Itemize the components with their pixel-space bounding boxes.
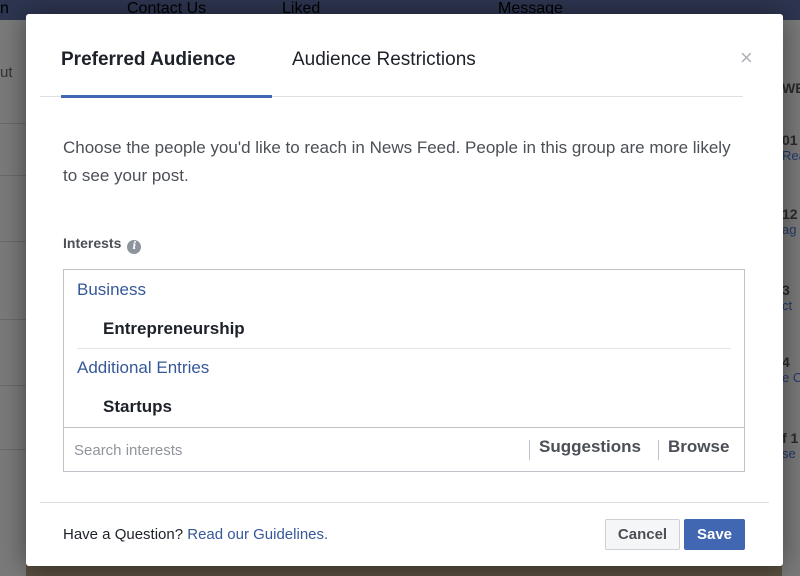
divider — [529, 440, 530, 460]
footer-divider — [40, 502, 769, 503]
interests-heading: Interests i — [63, 235, 142, 254]
background-right-row: 4e C — [782, 354, 800, 386]
interest-search-row: Suggestions Browse — [64, 427, 744, 472]
background-left-row — [0, 320, 26, 386]
background-right-sub: se — [782, 446, 796, 461]
background-left-row — [0, 242, 26, 320]
background-right-sub: e C — [782, 370, 800, 385]
question-text: Have a Question? — [63, 526, 184, 543]
background-image-strip — [26, 565, 782, 576]
background-right-row: 3 ct — [782, 282, 800, 314]
background-right-value: f 1 — [782, 430, 799, 446]
background-left-row — [0, 386, 26, 450]
background-right-row: f 1 se — [782, 430, 800, 462]
background-right-value: 01 — [782, 132, 798, 148]
interest-item-startups[interactable]: Startups — [103, 397, 172, 417]
search-interests-input[interactable] — [74, 440, 514, 460]
background-right-sub: ct — [782, 298, 793, 313]
help-text: Have a Question? Read our Guidelines. — [63, 526, 328, 543]
interest-divider — [77, 348, 731, 349]
background-right-value: 12 — [782, 206, 798, 222]
background-right-header: WE — [782, 80, 800, 96]
interest-item-entrepreneurship[interactable]: Entrepreneurship — [103, 319, 245, 339]
dialog-tabs: Preferred Audience Audience Restrictions — [40, 44, 743, 98]
divider — [658, 440, 659, 460]
interests-box: Business Entrepreneurship Additional Ent… — [63, 269, 745, 472]
background-right-value: 4 — [782, 354, 790, 370]
suggestions-button[interactable]: Suggestions — [539, 437, 641, 457]
background-right-column: WE 01Rea 12ag 3ct 4e C f 1se — [782, 20, 800, 576]
background-right-value: 3 — [782, 282, 790, 298]
close-icon[interactable]: × — [740, 47, 753, 69]
background-left-row — [0, 124, 26, 176]
browse-button[interactable]: Browse — [668, 437, 729, 457]
dialog-description: Choose the people you'd like to reach in… — [63, 138, 731, 185]
interest-category-additional-entries[interactable]: Additional Entries — [77, 358, 209, 378]
audience-dialog: Preferred Audience Audience Restrictions… — [26, 14, 783, 566]
interest-category-business[interactable]: Business — [77, 280, 146, 300]
background-left-row — [0, 176, 26, 242]
save-button[interactable]: Save — [684, 519, 745, 550]
guidelines-link[interactable]: Read our Guidelines. — [187, 526, 328, 543]
info-icon[interactable]: i — [127, 240, 142, 254]
background-right-row: 12 ag — [782, 206, 800, 238]
background-tab-edge: n — [0, 0, 24, 20]
background-right-row: 01Rea — [782, 132, 800, 164]
background-left-column: ut — [0, 20, 26, 576]
background-left-text: ut — [0, 64, 26, 124]
background-right-sub: ag — [782, 222, 797, 237]
background-right-sub: Rea — [782, 148, 800, 163]
cancel-button[interactable]: Cancel — [605, 519, 680, 550]
tab-preferred-audience[interactable]: Preferred Audience — [61, 44, 272, 98]
interests-label: Interests — [63, 235, 122, 251]
tab-audience-restrictions[interactable]: Audience Restrictions — [292, 44, 512, 97]
